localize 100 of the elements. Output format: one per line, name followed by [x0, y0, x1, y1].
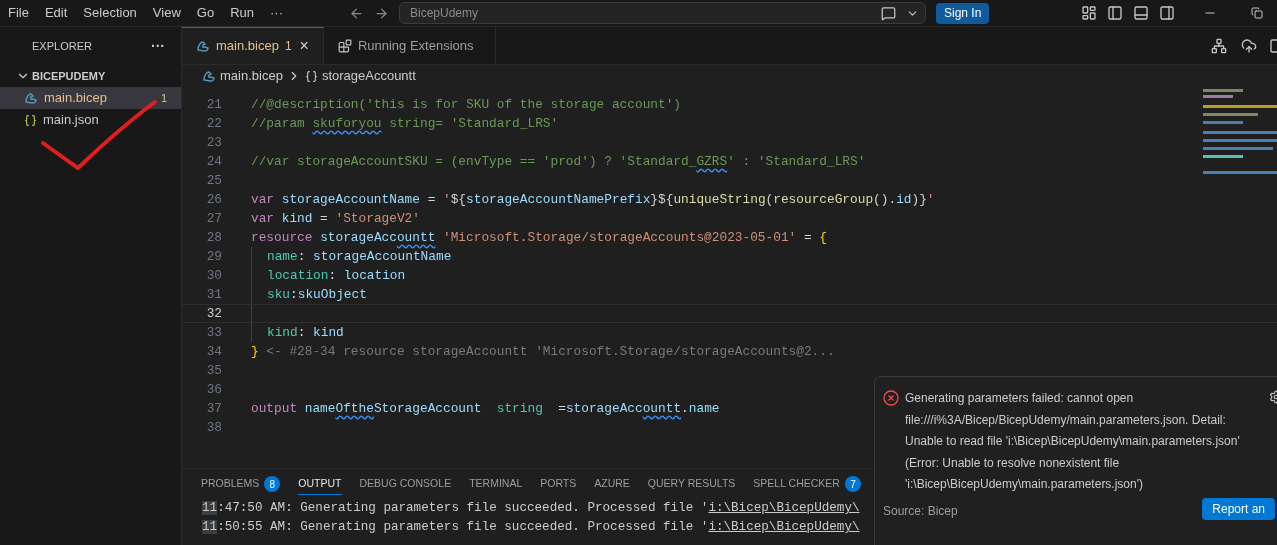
code-token: ountt [396, 228, 436, 247]
forward-icon[interactable] [374, 5, 389, 21]
menu-item[interactable]: File [0, 3, 37, 23]
code-token: skuforyou [312, 114, 382, 133]
code-token: storageAcc [565, 399, 643, 418]
menu-item[interactable]: Run [222, 3, 262, 23]
breadcrumb-item[interactable]: main.bicep [220, 66, 283, 86]
breadcrumb-item[interactable]: storageAccountt [321, 66, 416, 86]
hierarchy-icon[interactable] [1211, 37, 1227, 54]
menu-item[interactable]: ··· [262, 3, 291, 23]
chat-icon[interactable] [881, 5, 896, 21]
secondary-sidebar-icon[interactable] [1159, 5, 1176, 21]
code-token: 'StorageV2' [335, 209, 420, 228]
code-token: storageAccountName [281, 190, 420, 209]
more-actions-icon[interactable]: ··· [151, 35, 165, 57]
output-line: 11:50:55 AM: Generating parameters file succeeded. Processed file ' [202, 519, 709, 537]
code-token: var [251, 209, 276, 228]
line-number: 24 [205, 152, 222, 171]
line-number: 35 [205, 361, 222, 380]
code-token: storageAccountName [313, 247, 452, 266]
file-link[interactable]: i:\Bicep\BicepUdemy\ [708, 518, 860, 537]
tree-item[interactable]: main.bicep 1 [0, 87, 181, 109]
panel-tab[interactable]: AZURE [594, 473, 630, 495]
close-icon[interactable]: × [299, 34, 309, 58]
code-token: name [304, 399, 336, 418]
line-number: 33 [205, 323, 222, 342]
panel-tab[interactable]: PROBLEMS 8 [201, 473, 281, 495]
panel-tab[interactable]: OUTPUT [298, 473, 342, 495]
layout-icon[interactable] [1081, 5, 1098, 21]
line-number: 26 [205, 190, 222, 209]
line-number: 30 [205, 266, 222, 285]
code-token: ' [443, 190, 451, 209]
code-token: //@description('this is for SKU of the storage account') [251, 95, 682, 114]
code-token: id [896, 190, 912, 209]
sidebar-title: EXPLORER [32, 38, 92, 54]
file-link[interactable]: i:\Bicep\BicepUdemy\ [708, 499, 860, 518]
line-number: 21 [205, 95, 222, 114]
code-token: : [290, 285, 298, 304]
code-token: string= 'Standard_LRS' [388, 114, 559, 133]
output-line: 11:47:50 AM: Generating parameters file succeeded. Processed file ' [202, 500, 709, 518]
code-token: //var storageAccountSKU = (envType == 'prod') ? 'Standard_ [251, 152, 697, 171]
panel-toggle-icon[interactable] [1133, 5, 1150, 21]
bicep-file-icon [202, 70, 216, 82]
code-token: location [343, 266, 406, 285]
line-number: 28 [205, 228, 222, 247]
cloud-upload-icon[interactable] [1241, 37, 1257, 54]
menu-item[interactable]: View [144, 3, 189, 23]
panel-tab[interactable]: TERMINAL [469, 473, 523, 495]
code-token: name [688, 399, 720, 418]
code-token: = [319, 209, 329, 228]
tab-label: Running Extensions [357, 36, 474, 55]
line-number: 23 [205, 133, 222, 152]
panel-tab[interactable]: PORTS [540, 473, 577, 495]
code-token: uniqueString [673, 190, 766, 209]
code-token: var [251, 190, 276, 209]
sign-in-button[interactable]: Sign In [936, 2, 990, 24]
code-token: storageAcc [320, 228, 397, 247]
panel-tab[interactable]: SPELL CHECKER 7 [753, 473, 861, 495]
problem-count: 1 [284, 38, 292, 55]
tree-item[interactable]: main.json [0, 109, 181, 131]
editor-tab[interactable]: Running Extensions [323, 27, 496, 64]
line-number: 22 [205, 114, 222, 133]
code-token: kind [313, 323, 344, 342]
code-token: }${ [650, 190, 674, 209]
panel-tab[interactable]: DEBUG CONSOLE [359, 473, 452, 495]
code-token: StorageAccount [373, 399, 483, 418]
code-token: string [496, 399, 543, 418]
file-name: main.bicep [44, 89, 108, 108]
folder-name: BICEPUDEMY [32, 68, 106, 84]
panel-tab[interactable]: QUERY RESULTS [647, 473, 736, 495]
code-token: . [681, 399, 689, 418]
error-icon [883, 390, 899, 406]
code-token: = [557, 399, 566, 418]
sidebar-toggle-icon[interactable] [1107, 5, 1124, 21]
code-token: //param [251, 114, 306, 133]
count-badge: 8 [264, 476, 281, 492]
code-token: ( [765, 190, 774, 209]
code-token: name [267, 247, 298, 266]
code-token: <- #28-34 resource storageAccountt 'Microsoft.Storage/storageAccounts@2... [265, 342, 835, 361]
code-token: output [251, 399, 299, 418]
code-token: sku [267, 285, 291, 304]
code-token: } [251, 342, 259, 361]
menu-item[interactable]: Selection [75, 3, 145, 23]
code-token: { [819, 228, 827, 247]
menu-item[interactable]: Edit [36, 3, 76, 23]
braces-icon [304, 69, 318, 83]
code-token: kind [267, 323, 298, 342]
back-icon[interactable] [349, 5, 364, 21]
restore-icon[interactable] [1251, 7, 1264, 19]
code-token: storageAccountNamePrefix [466, 190, 651, 209]
editor-tab[interactable]: main.bicep 1 × [182, 27, 324, 64]
report-button[interactable]: Report an [1202, 497, 1275, 520]
menu-item[interactable]: Go [188, 3, 223, 23]
code-token: ' [926, 190, 935, 209]
code-token: : [297, 323, 307, 342]
folder-header[interactable]: BICEPUDEMY [0, 65, 181, 87]
code-token: : [328, 266, 338, 285]
line-number: 31 [205, 285, 222, 304]
search-field[interactable]: BicepUdemy [399, 2, 926, 24]
code-token: (). [873, 190, 897, 209]
